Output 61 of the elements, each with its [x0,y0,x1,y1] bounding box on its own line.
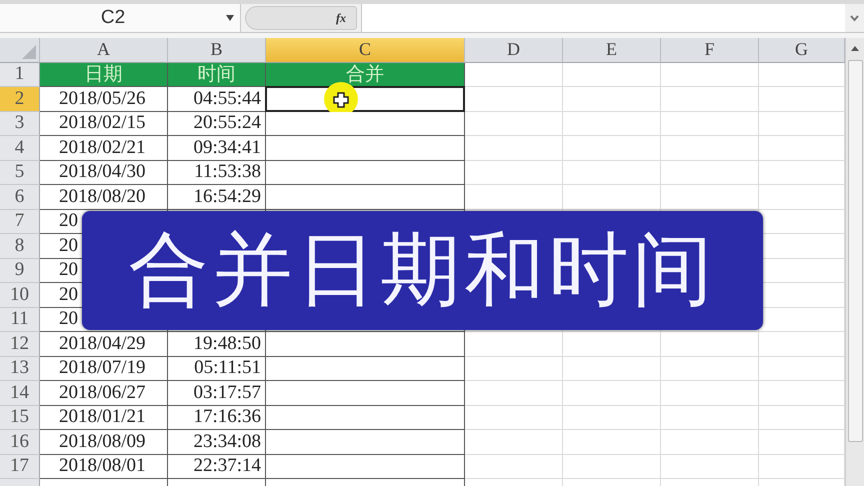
row-header[interactable]: 16 [0,430,40,454]
column-header[interactable]: G [759,38,845,62]
cell-text: 日期 [84,63,122,88]
cell-text: 04:55:44 [193,88,261,110]
name-box[interactable]: C2 [0,4,241,32]
cell-text: 17:16:36 [193,406,261,428]
cell-text: 2018/04/30 [59,161,147,184]
row-header[interactable]: 12 [0,332,40,356]
cell-text: 20:55:24 [193,112,261,134]
cell-text: 时间 [198,63,236,88]
triangle-icon [22,44,36,58]
column-header[interactable]: E [563,38,661,62]
row-header[interactable]: 9 [0,258,40,283]
cell-text: 20 [59,308,79,330]
cell-text: 2018/01/21 [59,406,147,428]
column-header[interactable]: D [465,38,563,62]
cell-text: 2018/02/15 [59,112,147,134]
cell-text: 20 [59,210,79,232]
cell-text: 合并 [346,63,384,88]
cell-text: 23:34:08 [193,430,261,453]
cell-text: 22:37:14 [193,455,261,478]
cell-text: 16:54:29 [193,186,261,208]
row-header[interactable]: 6 [0,185,40,210]
cell-text: 09:34:41 [193,136,261,159]
title-banner: 合并日期和时间 [82,211,763,330]
cell-text: 2018/04/29 [59,332,147,355]
row-header[interactable]: 2 [0,87,40,112]
cell-text: 2018/02/21 [59,136,147,159]
cell-text: 2018/06/27 [59,382,147,404]
cell-text: 19:48:50 [193,332,261,355]
row-header[interactable]: 14 [0,381,40,406]
row-header[interactable]: 17 [0,454,40,479]
cell-text: 2018/08/01 [59,455,147,478]
row-header[interactable]: 10 [0,283,40,308]
row-header[interactable]: 3 [0,112,40,136]
caret-icon [226,15,234,21]
cell-text: 20 [59,234,79,257]
cell-text: 20 [59,259,79,282]
cell-text: 2018/08/20 [59,186,147,208]
cell-text: 11:53:38 [194,161,261,184]
column-header[interactable]: F [661,38,759,62]
row-header[interactable]: 13 [0,356,40,381]
row-header[interactable]: 4 [0,136,40,160]
cell-text: 2018/08/09 [59,430,147,453]
column-header[interactable]: A [40,38,168,62]
row-header[interactable]: 5 [0,160,40,185]
formula-input[interactable] [361,4,845,32]
column-header[interactable]: C [266,38,465,62]
row-header[interactable]: 7 [0,210,40,234]
cell-text: 03:17:57 [193,382,261,404]
cell-text: 2018/05/26 [59,88,147,110]
cell-text: 05:11:51 [194,357,261,380]
cell-text: 2018/07/19 [59,357,147,380]
cell-text: 20 [59,284,79,306]
row-header[interactable]: 15 [0,406,40,430]
column-header[interactable]: B [168,38,266,62]
select-all-corner[interactable] [0,38,40,62]
row-header[interactable]: 1 [0,62,40,87]
insert-function-button[interactable]: fx [245,6,357,30]
row-header[interactable]: 11 [0,308,40,332]
row-header[interactable]: 8 [0,234,40,258]
